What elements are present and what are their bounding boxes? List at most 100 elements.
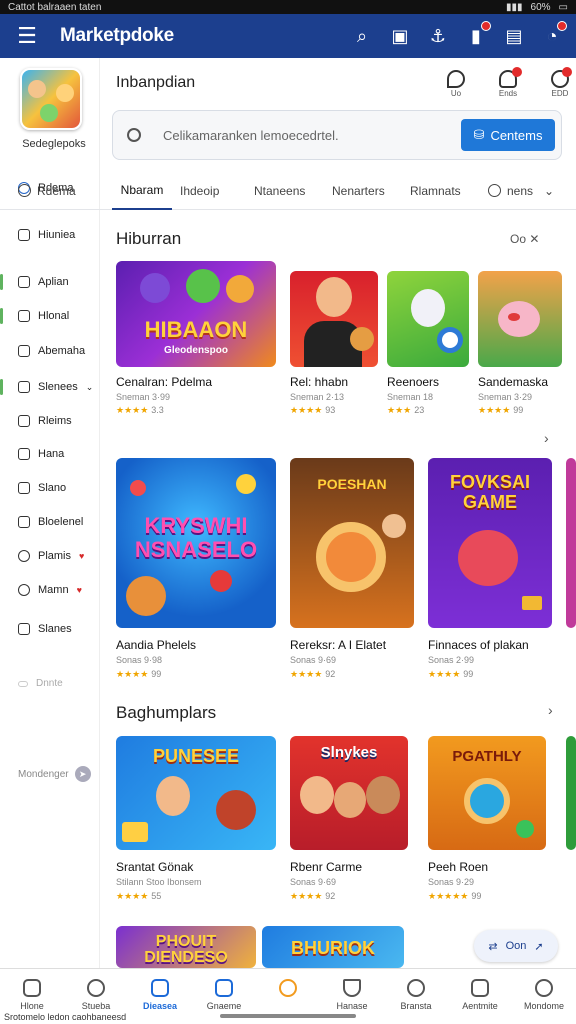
heart-icon: ♥ bbox=[76, 585, 82, 595]
tab-nenarters[interactable]: Nenarters bbox=[332, 172, 410, 210]
nav-item-aentmite[interactable]: Aentmite bbox=[448, 969, 512, 1024]
square-icon bbox=[18, 345, 30, 357]
game-art-subtitle: Gleodenspoo bbox=[164, 345, 228, 356]
sidebar-item-hana[interactable]: Hana bbox=[18, 448, 64, 460]
game-title[interactable]: Sandemaska bbox=[478, 375, 548, 389]
game-title[interactable]: Srantat Gönak bbox=[116, 860, 193, 874]
arrow-icon: ➚ bbox=[534, 940, 544, 953]
game-card-art[interactable]: POESHAN bbox=[290, 458, 414, 628]
sidebar-item-label: Bloelenel bbox=[38, 516, 84, 528]
clipboard-icon[interactable]: ▣ bbox=[388, 24, 412, 48]
icon-label: Uo bbox=[450, 89, 462, 98]
status-left-text: Cattot balraaen taten bbox=[8, 1, 102, 13]
tab-label: Nenarters bbox=[332, 183, 385, 198]
sidebar-item-hiuniea[interactable]: Hiuniea bbox=[18, 229, 75, 241]
game-card-art[interactable]: Slnykes bbox=[290, 736, 408, 850]
search-input[interactable]: Celikamaranken lemoecedrtel. bbox=[163, 128, 461, 143]
home-gesture-handle[interactable] bbox=[220, 1014, 356, 1018]
app-logo[interactable] bbox=[20, 68, 82, 130]
tab-label: Rdema bbox=[37, 183, 76, 198]
art-character bbox=[156, 776, 190, 816]
sidebar-item-label: Hana bbox=[38, 448, 65, 460]
nav-item-dieasea[interactable]: Dieasea bbox=[128, 969, 192, 1024]
floating-button-label: Oon bbox=[505, 940, 527, 952]
search-icon[interactable]: ⌕ bbox=[350, 24, 374, 48]
game-subtitle: Sneman 3·29 bbox=[478, 392, 533, 402]
chevron-right-icon[interactable]: › bbox=[544, 430, 549, 446]
refresh-icon[interactable]: EDD bbox=[546, 67, 574, 98]
cloud-icon[interactable]: Ends bbox=[494, 67, 522, 98]
tab-nens[interactable]: nens bbox=[488, 172, 544, 210]
tab-ntaneens[interactable]: Ntaneens bbox=[254, 172, 332, 210]
game-title[interactable]: Finnaces of plakan bbox=[428, 638, 529, 652]
game-card-art[interactable]: BHURIOK bbox=[262, 926, 404, 968]
section-title-hiburran: Hiburran bbox=[116, 229, 182, 248]
bottom-caption: Srotomelo ledon caohbaneesd bbox=[4, 1012, 127, 1022]
rating-value: 92 bbox=[325, 891, 336, 901]
bell-icon[interactable]: ◔ bbox=[540, 21, 567, 48]
sidebar-item-hlonal[interactable]: Hlonal bbox=[18, 310, 69, 322]
tab-ihdeoip[interactable]: Ihdeoip bbox=[180, 172, 254, 210]
game-art-title: PHOUIT DIENDESO bbox=[144, 933, 228, 966]
art-character bbox=[350, 327, 374, 351]
game-title[interactable]: Rel: hhabn bbox=[290, 375, 348, 389]
search-button[interactable]: ⛁ Centems bbox=[461, 119, 555, 151]
sidebar-item-slano[interactable]: Slano bbox=[18, 482, 66, 494]
search-button-label: Centems bbox=[490, 127, 543, 143]
map-pin-icon[interactable]: Uo bbox=[442, 70, 470, 98]
sidebar-item-bloelenel[interactable]: Bloelenel bbox=[18, 516, 83, 528]
notification-badge bbox=[562, 67, 572, 77]
sidebar-item-abemaha[interactable]: Abemaha bbox=[18, 345, 85, 357]
nav-item-bransta[interactable]: Bransta bbox=[384, 969, 448, 1024]
art-character bbox=[216, 790, 256, 830]
game-card-art-partial[interactable] bbox=[566, 458, 576, 628]
sidebar-item-dnnte[interactable]: Dnnte bbox=[18, 678, 63, 689]
art-target bbox=[437, 327, 463, 353]
game-card-art[interactable]: PUNESEE bbox=[116, 736, 276, 850]
game-subtitle: Sneman 18 bbox=[387, 392, 434, 402]
game-title[interactable]: Reenoers bbox=[387, 375, 439, 389]
chevron-right-icon[interactable]: › bbox=[548, 702, 553, 718]
sidebar-item-label: Aplian bbox=[38, 276, 69, 288]
tabs-more-chevron-icon[interactable]: ⌄ bbox=[544, 172, 564, 210]
sidebar-item-plamis[interactable]: Plamis ♥ bbox=[18, 550, 84, 562]
sidebar-footer[interactable]: Mondenger ➤ bbox=[18, 766, 91, 782]
game-title[interactable]: Aandia Phelels bbox=[116, 638, 196, 652]
game-title[interactable]: Rbenr Carme bbox=[290, 860, 362, 874]
game-card-art[interactable]: PGATHLY bbox=[428, 736, 546, 850]
book-icon[interactable]: ▤ bbox=[502, 24, 526, 48]
hamburger-menu-icon[interactable]: ☰ bbox=[12, 21, 42, 51]
game-card-art[interactable] bbox=[290, 271, 378, 367]
game-art-title: BHURIOK bbox=[291, 938, 375, 958]
game-card-art[interactable]: PHOUIT DIENDESO bbox=[116, 926, 256, 968]
game-card-art[interactable]: HIBAAON Gleodenspoo bbox=[116, 261, 276, 367]
floating-action-button[interactable]: ⇄ Oon ➚ bbox=[474, 930, 558, 962]
tab-rdema[interactable]: Rdema bbox=[18, 172, 112, 210]
search-bar: Celikamaranken lemoecedrtel. ⛁ Centems bbox=[112, 110, 562, 160]
game-title[interactable]: Cenalran: Pdelma bbox=[116, 375, 212, 389]
game-card-art[interactable]: FOVKSAI GAME bbox=[428, 458, 552, 628]
game-card-art[interactable]: KRYSWHI NSNASELO bbox=[116, 458, 276, 628]
game-card-art[interactable] bbox=[478, 271, 562, 367]
game-card-art-partial[interactable] bbox=[566, 736, 576, 850]
game-subtitle: Sneman 2·13 bbox=[290, 392, 345, 402]
sidebar-item-rleims[interactable]: Rleims bbox=[18, 415, 72, 427]
game-card-art[interactable] bbox=[387, 271, 469, 367]
game-title[interactable]: Peeh Roen bbox=[428, 860, 488, 874]
section-controls[interactable]: Oo ✕ bbox=[510, 232, 539, 246]
nav-label: Aentmite bbox=[462, 1001, 498, 1011]
image-icon bbox=[18, 448, 30, 460]
rating-value: 99 bbox=[151, 669, 162, 679]
sidebar-item-mamn[interactable]: Mamn ♥ bbox=[18, 584, 82, 596]
tab-rlamnats[interactable]: Rlamnats bbox=[410, 172, 488, 210]
game-subtitle: Sonas 9·29 bbox=[428, 877, 475, 887]
sidebar-item-slanes[interactable]: Slanes bbox=[18, 623, 72, 635]
sidebar-item-slenees[interactable]: Slenees ⌄ bbox=[18, 381, 93, 393]
sidebar-item-aplian[interactable]: Aplian bbox=[18, 276, 69, 288]
nav-item-mondome[interactable]: Mondome bbox=[512, 969, 576, 1024]
anchor-icon[interactable]: ⚓ bbox=[426, 24, 450, 48]
bag-icon[interactable]: ▮ bbox=[464, 21, 491, 48]
game-title[interactable]: Rereksr: A I Elatet bbox=[290, 638, 386, 652]
tab-nbaram[interactable]: Nbaram bbox=[112, 172, 172, 210]
art-character bbox=[126, 576, 166, 616]
